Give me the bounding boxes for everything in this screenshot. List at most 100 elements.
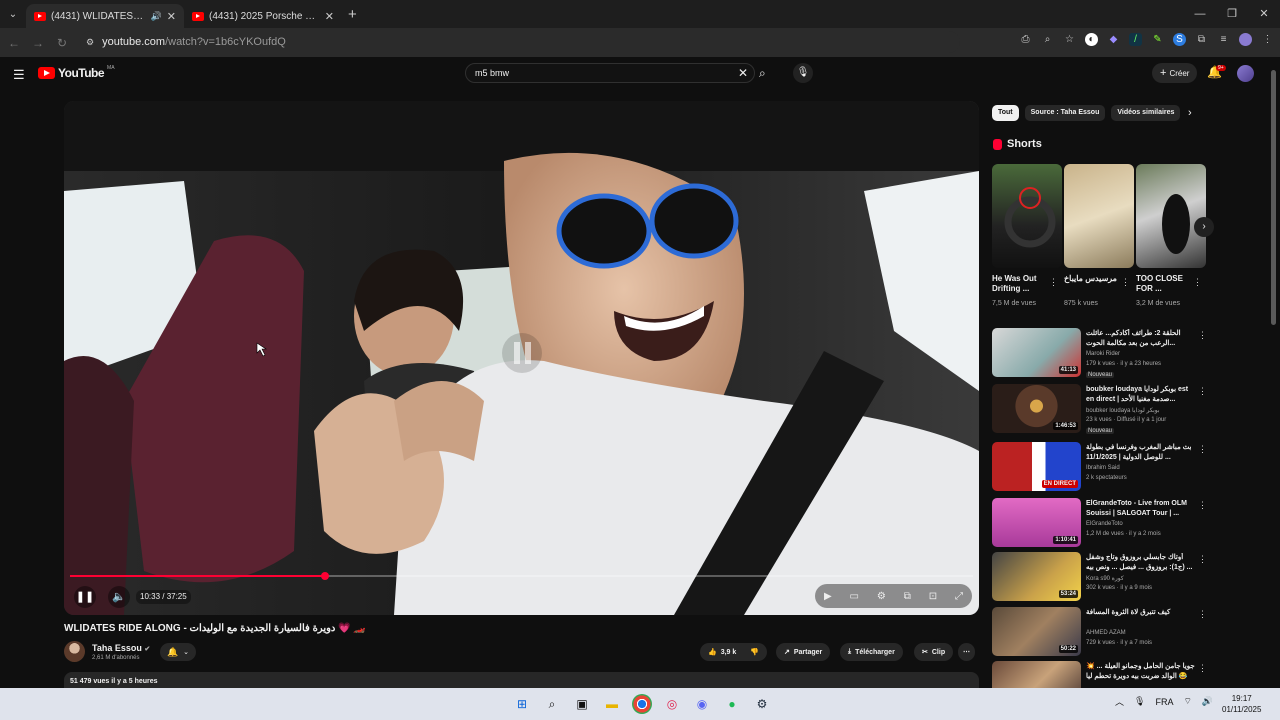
search-input[interactable]: m5 bmw ✕ [465, 63, 755, 83]
site-info-icon[interactable]: ⚙ [86, 37, 94, 48]
mic-icon[interactable]: 🎙 [793, 63, 813, 83]
recommended-video-3[interactable]: EN DIRECT بث مباشر المغرب وفرنسا في بطول… [992, 442, 1207, 494]
recommended-video-6[interactable]: 50:22 كيف تتبرق لاة الثروة المسافة AHMED… [992, 607, 1207, 659]
youtube-logo[interactable]: YouTube MA [38, 65, 115, 80]
rec-more-icon[interactable]: ⋮ [1198, 554, 1207, 565]
speaker-icon[interactable]: 🔊 [1202, 696, 1213, 707]
extension-3-icon[interactable]: / [1129, 33, 1142, 46]
chip-source[interactable]: Source : Taha Essou [1024, 105, 1106, 121]
browser-tab-2[interactable]: (4431) 2025 Porsche Macan S - ✕ [184, 4, 342, 28]
tab-search-icon[interactable]: ⌄ [0, 9, 26, 20]
short-title-1[interactable]: He Was Out Drifting ... [992, 274, 1048, 294]
audio-icon[interactable]: 🔊 [151, 11, 162, 22]
extensions-icon[interactable]: ⧉ [1195, 33, 1208, 46]
recommended-video-5[interactable]: 53:24 أوتاك جابسلي بروزوق وتاج وشفل (ج1)… [992, 552, 1207, 604]
zoom-icon[interactable]: ⌕ [1041, 33, 1054, 46]
reading-list-icon[interactable]: ≡ [1217, 33, 1230, 46]
short-title-2[interactable]: مرسيدس مايباخ [1064, 274, 1120, 294]
file-explorer-icon[interactable]: ▬ [602, 694, 622, 714]
fullscreen-icon[interactable]: ⤢ [955, 591, 963, 602]
short-more-icon[interactable]: ⋮ [1193, 277, 1202, 288]
progress-bar[interactable] [70, 572, 973, 580]
scrubber-handle[interactable] [320, 572, 329, 580]
channel-name[interactable]: Taha Essou ✔ [92, 643, 150, 653]
short-title-3[interactable]: TOO CLOSE FOR ... [1136, 274, 1192, 294]
cast-icon[interactable]: ⊡ [929, 591, 937, 602]
extension-5-icon[interactable]: S [1173, 33, 1186, 46]
rec-more-icon[interactable]: ⋮ [1198, 444, 1207, 455]
spotify-icon[interactable]: ● [722, 694, 742, 714]
back-icon[interactable]: ← [2, 36, 26, 50]
recommended-video-7[interactable]: 💥 جويا جامن الحامل وجمانو العيلة ... الو… [992, 661, 1207, 688]
settings-icon[interactable]: ⚙ [877, 591, 886, 602]
bookmark-star-icon[interactable]: ☆ [1063, 33, 1076, 46]
rec-more-icon[interactable]: ⋮ [1198, 500, 1207, 511]
search-icon[interactable]: ⌕ [542, 694, 562, 714]
more-actions-button[interactable]: ⋯ [958, 643, 975, 661]
short-more-icon[interactable]: ⋮ [1121, 277, 1130, 288]
url-field[interactable]: ⚙ youtube.com/watch?v=1b6cYKOufdQ [80, 31, 960, 53]
rec-more-icon[interactable]: ⋮ [1198, 330, 1207, 341]
dislike-icon[interactable]: 👎 [750, 648, 759, 656]
video-player[interactable]: ❚❚ 🔈 10:33 / 37:25 ▶ ▭ ⚙ ⧉ ⊡ ⤢ [64, 101, 979, 615]
tray-chevron-icon[interactable]: ︿ [1115, 695, 1124, 708]
page-scrollbar[interactable] [1270, 60, 1278, 688]
recommended-video-2[interactable]: 1:46:53 boubker loudaya بوبكر لودايا est… [992, 384, 1207, 436]
search-icon[interactable]: ⌕ [759, 66, 766, 81]
minimize-icon[interactable]: — [1184, 0, 1216, 28]
chip-all[interactable]: Tout [992, 105, 1019, 121]
close-tab-icon[interactable]: ✕ [167, 10, 176, 23]
rec-more-icon[interactable]: ⋮ [1198, 609, 1207, 620]
start-icon[interactable]: ⊞ [512, 694, 532, 714]
short-more-icon[interactable]: ⋮ [1049, 277, 1058, 288]
recommended-video-1[interactable]: 41:13 الحلقة 2: طرائف أكادكم... عائلت ال… [992, 328, 1207, 380]
clip-button[interactable]: ✂ Clip [914, 643, 954, 661]
wifi-icon[interactable]: ⌔ [1183, 696, 1191, 707]
short-thumbnail-2[interactable] [1064, 164, 1134, 268]
extension-2-icon[interactable]: ◆ [1107, 33, 1120, 46]
like-button[interactable]: 👍 3,9 k 👎 [700, 643, 768, 661]
close-window-icon[interactable]: ✕ [1248, 0, 1280, 28]
forward-icon[interactable]: → [26, 36, 50, 50]
extension-4-icon[interactable]: ✎ [1151, 33, 1164, 46]
browser-menu-icon[interactable]: ⋮ [1261, 33, 1274, 46]
pause-icon[interactable]: ❚❚ [74, 586, 96, 608]
new-tab-icon[interactable]: + [348, 6, 357, 23]
steam-icon[interactable]: ⚙ [752, 694, 772, 714]
discord-icon[interactable]: ◉ [692, 694, 712, 714]
chrome-icon[interactable] [632, 694, 652, 714]
subscription-bell-button[interactable]: 🔔 ⌄ [160, 643, 196, 661]
volume-icon[interactable]: 🔈 [108, 586, 130, 608]
miniplayer-icon[interactable]: ⧉ [904, 591, 911, 602]
chevron-right-icon[interactable]: › [1188, 107, 1192, 119]
account-avatar[interactable] [1237, 65, 1254, 82]
short-thumbnail-3[interactable] [1136, 164, 1206, 268]
autoplay-toggle-icon[interactable]: ▶ [824, 591, 832, 602]
language-indicator[interactable]: FRA [1155, 697, 1173, 707]
create-button[interactable]: + Créer [1152, 63, 1198, 83]
install-app-icon[interactable]: ⎙ [1019, 33, 1032, 46]
extension-1-icon[interactable]: ◐ [1085, 33, 1098, 46]
menu-icon[interactable]: ☰ [13, 67, 25, 83]
share-button[interactable]: ↗ Partager [776, 643, 831, 661]
rec-more-icon[interactable]: ⋮ [1198, 663, 1207, 674]
scrollbar-thumb[interactable] [1271, 70, 1276, 325]
recommended-video-4[interactable]: 1:10:41 ElGrandeToto - Live from OLM Sou… [992, 498, 1207, 550]
mic-tray-icon[interactable]: 🎙 [1134, 696, 1145, 707]
channel-avatar[interactable] [64, 641, 85, 662]
clock[interactable]: 19:17 01/11/2025 [1222, 693, 1261, 715]
close-tab-icon[interactable]: ✕ [325, 10, 334, 23]
shorts-next-icon[interactable]: › [1194, 217, 1214, 237]
download-button[interactable]: ⤓ Télécharger [840, 643, 903, 661]
task-view-icon[interactable]: ▣ [572, 694, 592, 714]
clear-search-icon[interactable]: ✕ [738, 66, 748, 80]
short-thumbnail-1[interactable] [992, 164, 1062, 268]
opera-gx-icon[interactable]: ◎ [662, 694, 682, 714]
subtitles-icon[interactable]: ▭ [850, 591, 859, 602]
chip-similar[interactable]: Vidéos similaires [1111, 105, 1181, 121]
center-pause-icon[interactable] [502, 333, 542, 373]
reload-icon[interactable]: ↻ [50, 36, 74, 50]
browser-tab-1[interactable]: (4431) WLIDATES RIDE ALO 🔊 ✕ [26, 4, 184, 28]
profile-icon[interactable] [1239, 33, 1252, 46]
restore-icon[interactable]: ❐ [1216, 0, 1248, 28]
